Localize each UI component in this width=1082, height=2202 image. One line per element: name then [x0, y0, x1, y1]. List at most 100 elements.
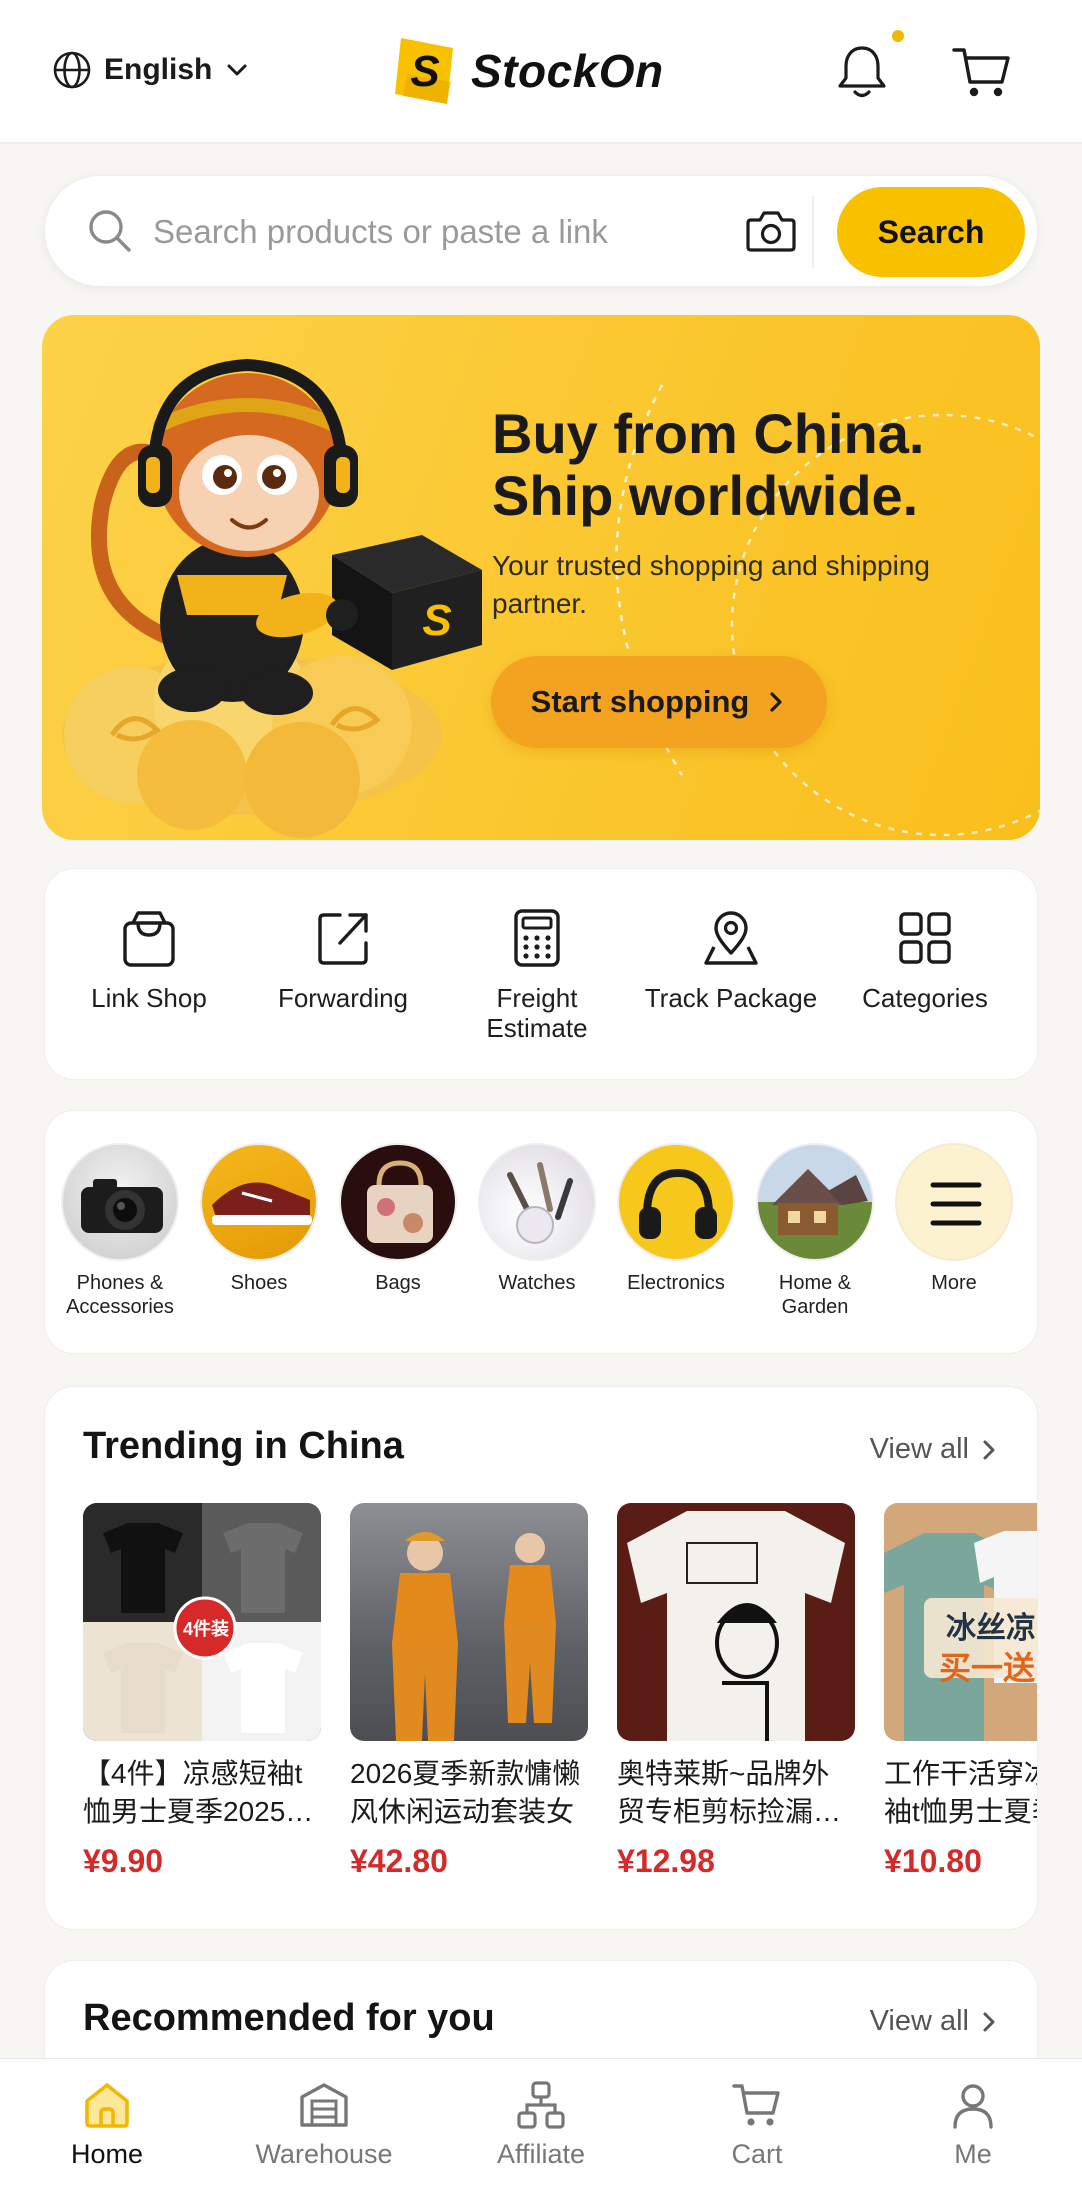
nav-label: Affiliate: [496, 2139, 586, 2169]
product-title: 奥特莱斯~品牌外贸专柜剪标捡漏短袖: [617, 1758, 842, 1827]
product-image: [617, 1503, 855, 1741]
chevron-right-icon: [983, 1440, 995, 1459]
section-title: Recommended for you: [83, 1997, 495, 2039]
category-label: Watches: [498, 1272, 576, 1294]
category-home-garden[interactable]: Home & Garden: [747, 1143, 883, 1319]
product-card[interactable]: 4件装 【4件】凉感短袖t恤男士夏季2025新款 ¥9.90: [83, 1503, 321, 1880]
search-input[interactable]: [153, 204, 753, 260]
product-image: [350, 1503, 588, 1741]
globe-icon: [53, 51, 91, 89]
logo-mark-icon: S: [395, 38, 453, 104]
top-header: English S StockOn: [0, 0, 1082, 144]
category-label: Electronics: [627, 1272, 725, 1294]
grid-icon: [899, 912, 951, 964]
product-promo-line1: 冰丝凉: [946, 1612, 1036, 1645]
product-title: 2026夏季新款慵懒风休闲运动套装女: [350, 1758, 581, 1827]
category-image: [895, 1143, 1013, 1261]
quick-action-label: Track Package: [644, 983, 818, 1013]
brand-logo[interactable]: S StockOn: [393, 34, 664, 108]
product-card[interactable]: 奥特莱斯~品牌外贸专柜剪标捡漏短袖 ¥12.98: [617, 1503, 855, 1880]
hero-banner[interactable]: S Buy from China. Ship worldwide. Your t…: [42, 315, 1040, 840]
quick-action-link-shop[interactable]: Link Shop: [54, 907, 244, 1013]
product-title: 【4件】凉感短袖t恤男士夏季2025新款: [83, 1758, 314, 1827]
warehouse-icon: [300, 2083, 348, 2127]
view-all-link[interactable]: View all: [870, 2005, 997, 2038]
search-bar: Search: [44, 175, 1038, 287]
shoe-photo-icon: [212, 1182, 312, 1225]
category-phones-accessories[interactable]: Phones & Accessories: [52, 1143, 188, 1319]
quick-action-categories[interactable]: Categories: [830, 907, 1020, 1013]
category-electronics[interactable]: Electronics: [608, 1143, 744, 1295]
nav-label: Warehouse: [255, 2139, 393, 2169]
product-price: ¥12.98: [617, 1843, 715, 1879]
quick-action-freight-estimate[interactable]: Freight Estimate: [442, 907, 632, 1043]
brand-name: StockOn: [471, 45, 664, 97]
product-card[interactable]: 冰丝凉 买一送 工作干活穿冰丝短袖t恤男士夏季 ¥10.80: [884, 1503, 1037, 1880]
nav-cart[interactable]: Cart: [667, 2079, 847, 2170]
category-image: [617, 1143, 735, 1261]
category-label: Phones & Accessories: [66, 1272, 174, 1318]
banner-title-line2: Ship worldwide.: [492, 464, 919, 527]
category-more[interactable]: More: [886, 1143, 1022, 1295]
product-badge: 4件装: [182, 1619, 229, 1639]
nav-home[interactable]: Home: [17, 2079, 197, 2170]
quick-action-label: Link Shop: [91, 983, 207, 1013]
nav-label: Home: [70, 2139, 144, 2169]
headphones-photo-icon: [639, 1168, 717, 1239]
nav-warehouse[interactable]: Warehouse: [234, 2079, 414, 2170]
category-image: [200, 1143, 318, 1261]
category-watches[interactable]: Watches: [469, 1143, 605, 1295]
cart-icon: [732, 2084, 780, 2126]
quick-action-label: Freight Estimate: [486, 983, 588, 1043]
product-price: ¥9.90: [83, 1843, 164, 1879]
section-title: Trending in China: [83, 1425, 404, 1467]
search-divider: [812, 196, 814, 268]
chevron-right-icon: [983, 2012, 995, 2031]
nav-affiliate[interactable]: Affiliate: [451, 2079, 631, 2170]
bag-photo-icon: [367, 1160, 433, 1243]
language-label: English: [104, 53, 213, 86]
quick-action-forwarding[interactable]: Forwarding: [248, 907, 438, 1013]
category-label: Bags: [375, 1272, 421, 1294]
user-icon: [953, 2084, 993, 2129]
category-image: [478, 1143, 596, 1261]
nav-me[interactable]: Me: [883, 2079, 1063, 2170]
bottom-navigation: Home Warehouse Affiliate Cart Me: [0, 2058, 1082, 2202]
product-card[interactable]: 2026夏季新款慵懒风休闲运动套装女 ¥42.80: [350, 1503, 588, 1880]
start-shopping-button[interactable]: Start shopping: [491, 656, 827, 748]
notification-dot: [892, 30, 904, 42]
camera-photo-icon: [81, 1179, 163, 1233]
camera-icon[interactable]: [745, 208, 797, 254]
watches-photo-icon: [507, 1162, 573, 1244]
home-icon: [85, 2083, 129, 2128]
nav-label: Me: [954, 2139, 992, 2169]
banner-title: Buy from China. Ship worldwide.: [492, 403, 1012, 527]
product-promo-line2: 买一送: [939, 1650, 1036, 1686]
bell-icon[interactable]: [834, 42, 890, 102]
language-selector[interactable]: English: [52, 50, 250, 90]
banner-title-line1: Buy from China.: [492, 402, 925, 465]
search-icon: [89, 210, 131, 252]
product-image: 4件装: [83, 1503, 321, 1741]
chevron-right-icon: [770, 692, 782, 712]
quick-actions-card: Link Shop Forwarding Freight Estimate Tr…: [44, 868, 1038, 1080]
category-bags[interactable]: Bags: [330, 1143, 466, 1295]
quick-action-label: Forwarding: [277, 983, 409, 1013]
printed-tshirt-photo-icon: [627, 1511, 845, 1741]
search-button[interactable]: Search: [837, 187, 1025, 277]
cart-icon[interactable]: [950, 42, 1014, 102]
category-shoes[interactable]: Shoes: [191, 1143, 327, 1295]
svg-text:S: S: [422, 596, 451, 645]
tracksuit-photo-icon: [392, 1532, 556, 1741]
start-shopping-label: Start shopping: [530, 684, 750, 719]
category-strip: Phones & Accessories Shoes Bags Watches …: [44, 1110, 1038, 1354]
network-icon: [517, 2081, 565, 2129]
product-image: 冰丝凉 买一送: [884, 1503, 1037, 1741]
nav-label: Cart: [731, 2139, 783, 2169]
menu-icon: [930, 1182, 982, 1226]
view-all-link[interactable]: View all: [870, 1433, 997, 1466]
quick-action-track-package[interactable]: Track Package: [636, 907, 826, 1013]
category-label: More: [931, 1272, 977, 1294]
category-image: [756, 1143, 874, 1261]
shopping-bag-icon: [123, 911, 175, 967]
